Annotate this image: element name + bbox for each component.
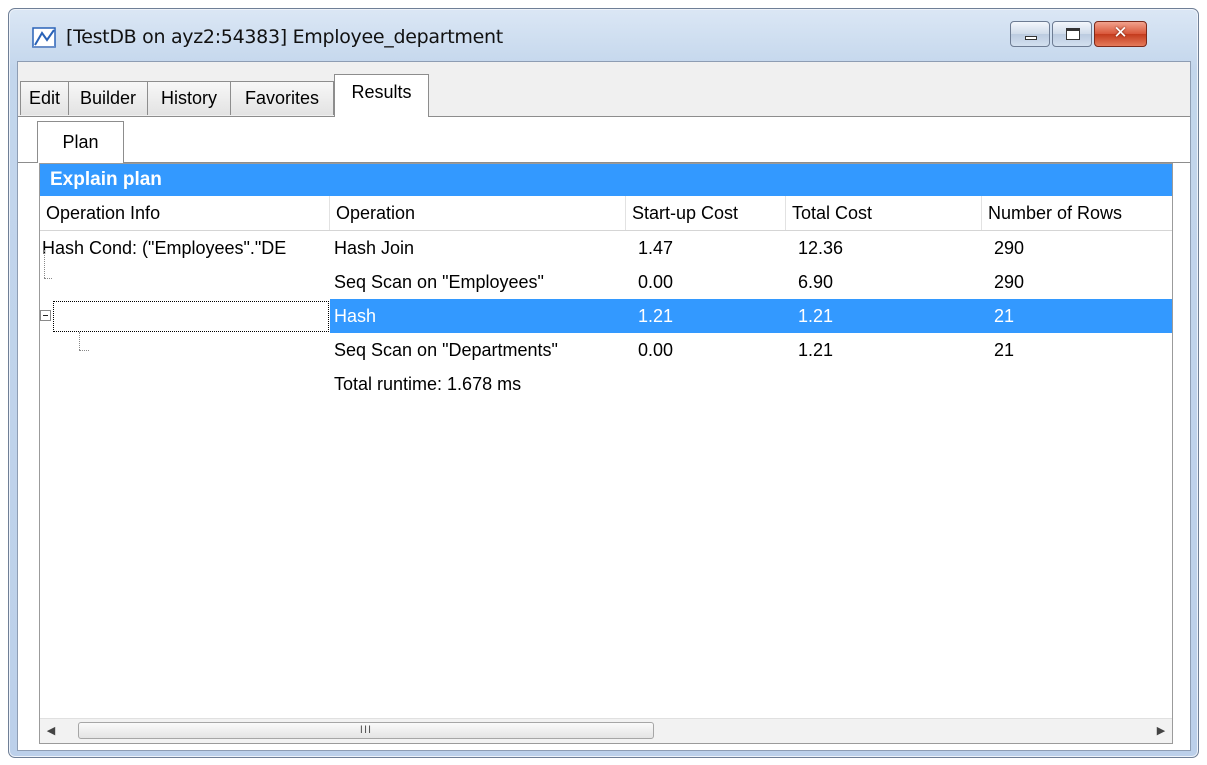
- title-bar[interactable]: [TestDB on ayz2:54383] Employee_departme…: [9, 9, 1198, 61]
- total-cost-cell: 1.21: [798, 340, 834, 360]
- operation-cell: Hash Join: [334, 238, 415, 258]
- tab-results[interactable]: Results: [334, 74, 429, 117]
- explain-plan-panel: Explain plan Operation Info Operation St…: [39, 163, 1173, 744]
- operation-info-cell: [40, 367, 330, 401]
- total-cost-cell: 6.90: [798, 272, 834, 292]
- query-window: [TestDB on ayz2:54383] Employee_departme…: [8, 8, 1199, 758]
- rows-cell: 290: [994, 272, 1025, 292]
- startup-cost-cell: 1.47: [638, 238, 674, 258]
- column-header-operation[interactable]: Operation: [330, 196, 626, 230]
- rows-cell: 290: [994, 238, 1025, 258]
- table-row[interactable]: Seq Scan on "Employees" 0.00 6.90 290: [40, 265, 1172, 299]
- client-area: Edit Builder History Favorites Results P…: [17, 61, 1191, 751]
- rows-cell: [988, 367, 1172, 401]
- scroll-right-arrow-icon[interactable]: ▶: [1150, 719, 1172, 743]
- subtab-plan[interactable]: Plan: [37, 121, 124, 163]
- close-icon: ✕: [1113, 23, 1128, 43]
- table-row[interactable]: Hash Cond: ("Employees"."DE Hash Join 1.…: [40, 231, 1172, 265]
- maximize-button[interactable]: [1052, 21, 1092, 47]
- total-cost-cell: [792, 367, 982, 401]
- startup-cost-cell: [632, 367, 792, 401]
- query-editor-icon: [32, 27, 56, 48]
- operation-info-cell: [40, 265, 330, 299]
- column-header-number-of-rows[interactable]: Number of Rows: [982, 196, 1172, 230]
- operation-cell: Seq Scan on "Employees": [334, 272, 544, 292]
- operation-cell: Hash: [334, 306, 377, 326]
- total-cost-cell: 1.21: [798, 306, 834, 326]
- rows-cell: 21: [994, 306, 1015, 326]
- tab-history[interactable]: History: [147, 81, 231, 115]
- close-button[interactable]: ✕: [1094, 21, 1147, 47]
- window-title: [TestDB on ayz2:54383] Employee_departme…: [66, 26, 503, 48]
- main-tab-strip: Edit Builder History Favorites Results: [18, 62, 1190, 118]
- startup-cost-cell: 0.00: [638, 340, 674, 360]
- total-cost-cell: 12.36: [798, 238, 844, 258]
- scrollbar-thumb[interactable]: III: [78, 722, 654, 739]
- collapse-icon[interactable]: [40, 310, 51, 321]
- operation-info-cell: Hash Cond: ("Employees"."DE: [42, 238, 287, 258]
- focus-rectangle: [53, 301, 329, 332]
- rows-cell: 21: [994, 340, 1015, 360]
- tab-favorites[interactable]: Favorites: [230, 81, 334, 115]
- results-page: Plan Explain plan Operation Info Operati…: [18, 117, 1190, 750]
- horizontal-scrollbar[interactable]: ◀ III ▶: [40, 718, 1172, 743]
- column-header-row: Operation Info Operation Start-up Cost T…: [40, 196, 1172, 231]
- minimize-button[interactable]: [1010, 21, 1050, 47]
- tree-line: [44, 278, 52, 279]
- tab-builder[interactable]: Builder: [68, 81, 148, 115]
- table-row[interactable]: Seq Scan on "Departments" 0.00 1.21 21: [40, 333, 1172, 367]
- tree-line: [79, 332, 80, 350]
- explain-plan-header: Explain plan: [40, 164, 1172, 196]
- minimize-icon: [1025, 36, 1037, 40]
- operation-cell: Seq Scan on "Departments": [334, 340, 558, 360]
- tab-edit[interactable]: Edit: [20, 81, 69, 115]
- tree-line: [79, 350, 89, 351]
- operation-cell: Total runtime: 1.678 ms: [334, 374, 522, 394]
- column-header-total-cost[interactable]: Total Cost: [786, 196, 982, 230]
- tree-line: [44, 250, 45, 278]
- maximize-icon: [1066, 28, 1080, 40]
- scroll-left-arrow-icon[interactable]: ◀: [40, 719, 62, 743]
- table-row[interactable]: Total runtime: 1.678 ms: [40, 367, 1172, 401]
- startup-cost-cell: 1.21: [638, 306, 674, 326]
- column-header-operation-info[interactable]: Operation Info: [40, 196, 330, 230]
- column-header-startup-cost[interactable]: Start-up Cost: [626, 196, 786, 230]
- startup-cost-cell: 0.00: [638, 272, 674, 292]
